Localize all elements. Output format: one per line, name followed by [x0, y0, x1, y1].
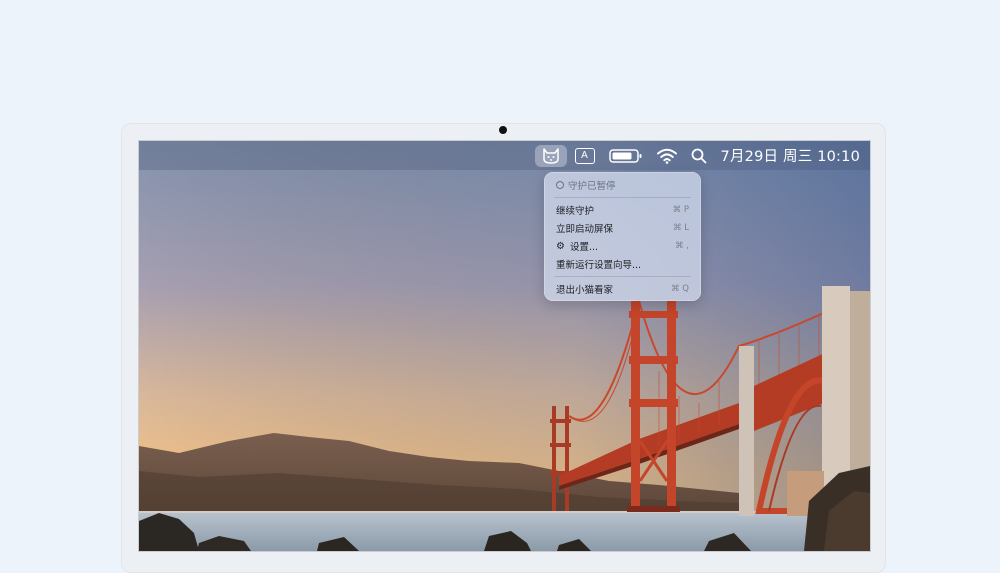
menu-item-label: 退出小猫看家	[556, 285, 614, 296]
webcam	[499, 126, 507, 134]
menu-item-label: 设置...	[569, 242, 599, 253]
cat-guard-dropdown-menu: 守护已暂停 继续守护 ⌘ P 立即启动屏保 ⌘ L ⚙ 设置... ⌘ , 重新运…	[544, 172, 701, 301]
laptop-frame: A 7月29日 周三 10:10 守护已暂停 继续守护 ⌘ P 立即启动屏保 ⌘…	[121, 123, 886, 573]
menu-item-shortcut: ⌘ L	[673, 223, 689, 233]
wifi-icon[interactable]	[656, 141, 677, 170]
battery-icon[interactable]	[608, 141, 643, 170]
gear-icon: ⚙	[556, 240, 565, 252]
desktop-screen: A 7月29日 周三 10:10 守护已暂停 继续守护 ⌘ P 立即启动屏保 ⌘…	[138, 140, 871, 552]
menu-item-shortcut: ⌘ Q	[671, 284, 689, 294]
menu-separator	[554, 276, 691, 277]
menu-item-settings[interactable]: ⚙ 设置... ⌘ ,	[556, 239, 689, 254]
cat-guard-status-item[interactable]	[534, 144, 567, 167]
menu-separator	[554, 197, 691, 198]
menu-bar: A 7月29日 周三 10:10	[139, 141, 870, 170]
menu-item-start-screensaver[interactable]: 立即启动屏保 ⌘ L	[556, 221, 689, 235]
status-circle-icon	[556, 181, 564, 189]
menu-item-label: 立即启动屏保	[556, 224, 614, 235]
guard-status-label: 守护已暂停	[568, 181, 616, 192]
search-icon[interactable]	[691, 141, 707, 170]
guard-status-row: 守护已暂停	[556, 178, 689, 192]
input-source-indicator[interactable]: A	[574, 147, 595, 164]
menu-bar-clock[interactable]: 7月29日 周三 10:10	[721, 141, 860, 170]
menu-item-quit[interactable]: 退出小猫看家 ⌘ Q	[556, 282, 689, 296]
menu-item-shortcut: ⌘ P	[672, 205, 689, 215]
cat-icon	[542, 147, 559, 164]
menu-item-rerun-wizard[interactable]: 重新运行设置向导...	[556, 257, 689, 271]
menu-item-label: 继续守护	[556, 206, 595, 217]
menu-item-label: 重新运行设置向导...	[556, 260, 642, 271]
wallpaper-golden-gate	[139, 141, 870, 551]
menu-item-shortcut: ⌘ ,	[675, 241, 689, 251]
menu-item-resume-guard[interactable]: 继续守护 ⌘ P	[556, 203, 689, 217]
